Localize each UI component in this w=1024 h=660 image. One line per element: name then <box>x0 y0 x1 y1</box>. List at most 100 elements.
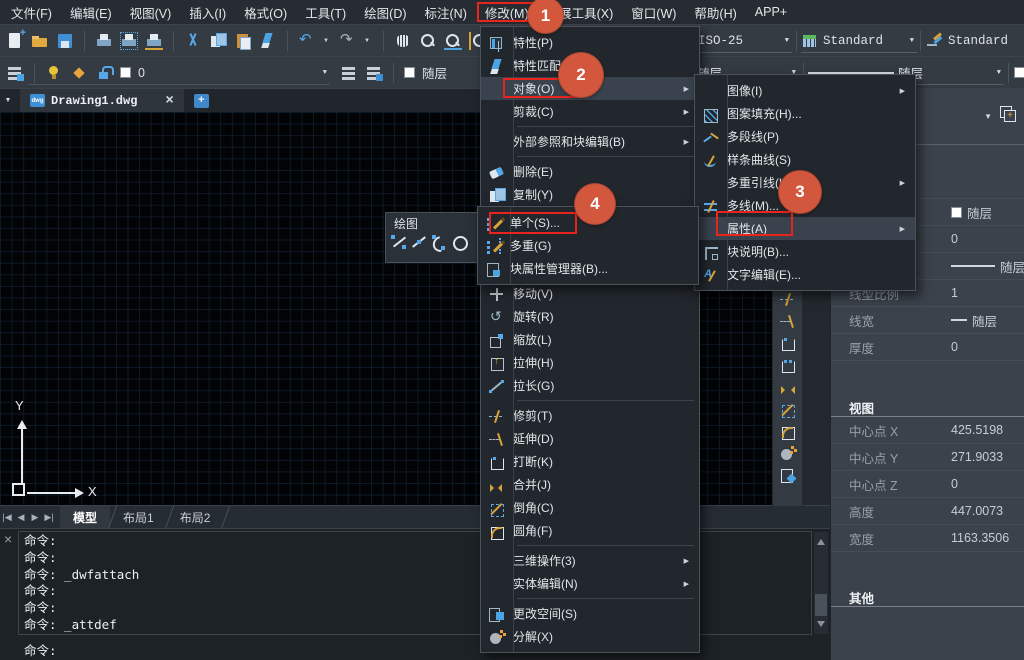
chevron-down-icon[interactable]: ▼ <box>907 37 917 45</box>
menubar-item[interactable]: 绘图(D) <box>355 3 415 22</box>
command-scrollbar[interactable] <box>814 532 828 634</box>
menubar-item[interactable]: 工具(T) <box>296 3 355 22</box>
menu-item[interactable]: 特性(P) <box>481 31 699 54</box>
print-icon[interactable] <box>95 32 113 50</box>
menu-item[interactable]: 三维操作(3)▶ <box>481 549 699 572</box>
cut-icon[interactable] <box>184 32 202 50</box>
menu-item[interactable]: 外部参照和块编辑(B)▶ <box>481 130 699 153</box>
save-file-icon[interactable] <box>56 32 74 50</box>
menu-item[interactable]: 样条曲线(S) <box>695 148 915 171</box>
circle-icon[interactable] <box>450 233 468 251</box>
menubar-item[interactable]: 窗口(W) <box>622 3 685 22</box>
menu-item[interactable]: 文字编辑(E)... <box>695 263 915 286</box>
menu-item[interactable]: 删除(E) <box>481 160 699 183</box>
chevron-down-icon[interactable]: ▼ <box>984 112 992 121</box>
menu-item[interactable]: 拉长(G) <box>481 374 699 397</box>
command-prompt[interactable]: 命令: <box>24 640 57 659</box>
property-row[interactable]: 中心点 Y271.9033 <box>831 444 1024 471</box>
arc-icon[interactable] <box>430 233 448 251</box>
draw-toolbar-title[interactable]: 绘图 <box>386 213 480 233</box>
property-row[interactable]: 厚度0 <box>831 334 1024 361</box>
menu-item[interactable]: 图像(I)▶ <box>695 79 915 102</box>
layout-tab[interactable]: 布局2 <box>167 506 224 529</box>
quick-select-icon[interactable] <box>1000 106 1016 122</box>
menu-item[interactable]: 延伸(D) <box>481 427 699 450</box>
scroll-up-icon[interactable] <box>817 535 825 545</box>
menubar-item[interactable]: 编辑(E) <box>61 3 121 22</box>
menu-item[interactable]: 缩放(L) <box>481 328 699 351</box>
layer-states-icon[interactable] <box>340 64 358 82</box>
join-icon[interactable] <box>779 379 797 397</box>
format-brush-icon[interactable] <box>259 32 277 50</box>
property-row[interactable]: 中心点 X425.5198 <box>831 417 1024 444</box>
command-window[interactable]: × 命令:命令:命令: _dwfattach命令:命令:命令: _attdef … <box>0 528 830 660</box>
undo-icon[interactable] <box>298 32 316 50</box>
plot-icon[interactable] <box>145 32 163 50</box>
menu-item[interactable]: 分解(X) <box>481 625 699 648</box>
break-at-point-icon[interactable] <box>779 357 797 375</box>
undo-dropdown-icon[interactable] <box>323 32 332 50</box>
plot-style-swatch[interactable] <box>1014 67 1024 78</box>
close-icon[interactable]: × <box>165 94 173 108</box>
property-row[interactable]: 高度447.0073 <box>831 498 1024 525</box>
layer-combo[interactable]: ▼ <box>28 61 330 85</box>
menu-item[interactable]: 圆角(F) <box>481 519 699 542</box>
menu-item[interactable]: 倒角(C) <box>481 496 699 519</box>
zoom-realtime-icon[interactable] <box>419 32 437 50</box>
block-edit-icon[interactable] <box>779 467 797 485</box>
close-icon[interactable]: × <box>4 533 12 546</box>
redo-dropdown-icon[interactable] <box>364 32 373 50</box>
fillet-icon[interactable] <box>779 423 797 441</box>
print-preview-icon[interactable] <box>120 32 138 50</box>
menubar-item[interactable]: 格式(O) <box>235 3 296 22</box>
chevron-down-icon[interactable]: ▼ <box>320 69 330 77</box>
new-file-icon[interactable] <box>6 32 24 50</box>
menu-item[interactable]: 剪裁(C)▶ <box>481 100 699 123</box>
last-tab-icon[interactable]: ▶| <box>42 506 56 529</box>
chevron-down-icon[interactable]: ▼ <box>994 69 1004 77</box>
pan-icon[interactable] <box>394 32 412 50</box>
menubar-item[interactable]: 帮助(H) <box>685 3 745 22</box>
menu-item[interactable]: 修剪(T) <box>481 404 699 427</box>
menubar-item[interactable]: 插入(I) <box>180 3 235 22</box>
line-icon[interactable] <box>390 233 408 251</box>
menu-item[interactable]: 块属性管理器(B)... <box>478 257 698 280</box>
menubar-item[interactable]: 文件(F) <box>2 3 61 22</box>
trim-icon[interactable] <box>779 291 797 309</box>
menu-item[interactable]: 打断(K) <box>481 450 699 473</box>
ray-icon[interactable] <box>410 233 428 251</box>
menu-item[interactable]: 属性(A)▶ <box>695 217 915 240</box>
menubar-item[interactable]: 标注(N) <box>416 3 476 22</box>
doc-tab-dropdown-icon[interactable]: ▼ <box>0 97 16 104</box>
layer-previous-icon[interactable] <box>365 64 383 82</box>
menu-item[interactable]: 移动(V) <box>481 282 699 305</box>
explode-icon[interactable] <box>779 445 797 463</box>
copy-icon[interactable] <box>209 32 227 50</box>
menu-item[interactable]: 更改空间(S) <box>481 602 699 625</box>
menu-item[interactable]: 图案填充(H)... <box>695 102 915 125</box>
new-tab-button[interactable]: + <box>194 94 209 108</box>
menubar-item[interactable]: 视图(V) <box>121 3 181 22</box>
chamfer-icon[interactable] <box>779 401 797 419</box>
menu-item[interactable]: 多重(G) <box>478 234 698 257</box>
menu-item[interactable]: 拉伸(H) <box>481 351 699 374</box>
extend-icon[interactable] <box>779 313 797 331</box>
menu-item[interactable]: 多段线(P) <box>695 125 915 148</box>
property-row[interactable]: 线宽随层 <box>831 307 1024 334</box>
menu-item[interactable]: 实体编辑(N)▶ <box>481 572 699 595</box>
menu-item[interactable]: 合并(J) <box>481 473 699 496</box>
menu-item[interactable]: 旋转(R) <box>481 305 699 328</box>
mleader-style-combo[interactable]: Standard <box>926 29 1024 53</box>
menu-item[interactable]: 块说明(B)... <box>695 240 915 263</box>
layout-tab[interactable]: 布局1 <box>110 506 167 529</box>
first-tab-icon[interactable]: |◀ <box>0 506 14 529</box>
property-row[interactable]: 中心点 Z0 <box>831 471 1024 498</box>
property-row[interactable]: 宽度1163.3506 <box>831 525 1024 552</box>
layout-tab[interactable]: 模型 <box>60 506 110 529</box>
table-style-combo[interactable]: Standard ▼ <box>801 29 917 53</box>
layer-properties-icon[interactable] <box>6 64 24 82</box>
next-tab-icon[interactable]: ▶ <box>28 506 42 529</box>
open-file-icon[interactable] <box>31 32 49 50</box>
scrollbar-thumb[interactable] <box>815 594 827 616</box>
paste-icon[interactable] <box>234 32 252 50</box>
